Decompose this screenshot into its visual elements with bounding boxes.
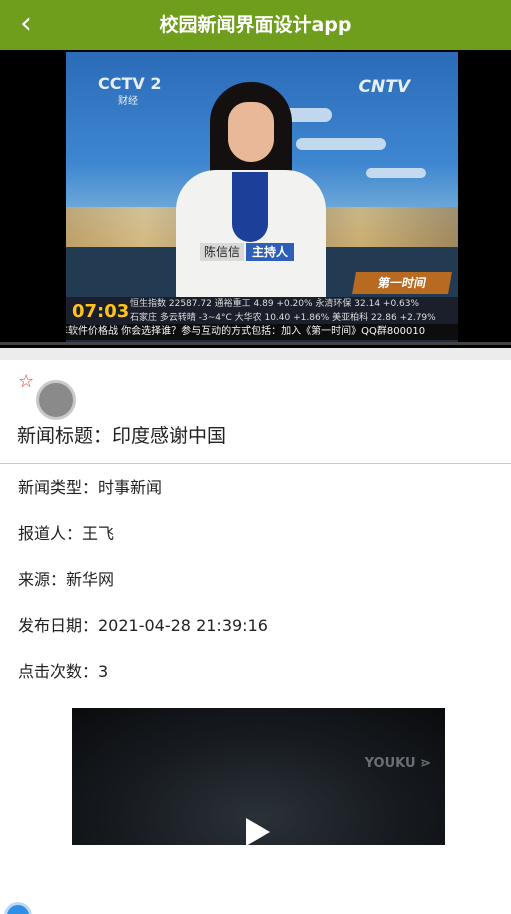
news-type: 新闻类型：时事新闻 <box>18 478 163 497</box>
page-title: 校园新闻界面设计app <box>159 14 352 36</box>
cloud-shape <box>296 138 386 150</box>
news-reporter: 报道人：王飞 <box>18 524 115 543</box>
star-outline-icon[interactable]: ☆ <box>18 372 38 392</box>
video-frame[interactable]: CCTV 2 财经 CNTV 陈信信 主持人 第一时间 恒生指数 22587.7… <box>66 52 458 342</box>
app-header: ‹ 校园新闻界面设计app <box>0 0 511 50</box>
channel-logo-right: CNTV <box>358 77 410 97</box>
news-publish-date: 发布日期：2021-04-28 21:39:16 <box>18 616 268 635</box>
anchor-name-tag: 陈信信 <box>200 243 245 261</box>
video-player[interactable]: CCTV 2 财经 CNTV 陈信信 主持人 第一时间 恒生指数 22587.7… <box>0 50 511 348</box>
anchor-role-tag: 主持人 <box>246 243 295 261</box>
ticker-clock: 07:03 <box>72 299 129 325</box>
section-separator <box>0 348 511 360</box>
channel-logo: CCTV 2 <box>98 74 162 93</box>
show-badge: 第一时间 <box>352 272 452 294</box>
anchor-shirt <box>232 172 268 242</box>
news-title: 新闻标题：印度感谢中国 <box>17 425 227 447</box>
floating-action-button[interactable] <box>4 902 32 914</box>
ticker-crawl-text: 车软件价格战 你会选择谁？参与互动的方式包括：加入《第一时间》QQ群800010 <box>66 326 426 337</box>
channel-sub-label: 财经 <box>118 96 138 107</box>
ticker-crawl: 车软件价格战 你会选择谁？参与互动的方式包括：加入《第一时间》QQ群800010 <box>66 324 458 340</box>
news-source: 来源：新华网 <box>18 570 115 589</box>
divider <box>0 463 511 464</box>
play-icon[interactable] <box>246 818 270 845</box>
anchor-face <box>228 102 274 162</box>
youku-watermark: YOUKU ⋗ <box>364 756 431 771</box>
cloud-shape <box>366 168 426 178</box>
news-click-count: 点击次数：3 <box>18 662 109 681</box>
embedded-video[interactable]: YOUKU ⋗ <box>72 708 445 845</box>
avatar-icon[interactable] <box>36 380 76 420</box>
video-progress-bar[interactable] <box>0 342 511 345</box>
